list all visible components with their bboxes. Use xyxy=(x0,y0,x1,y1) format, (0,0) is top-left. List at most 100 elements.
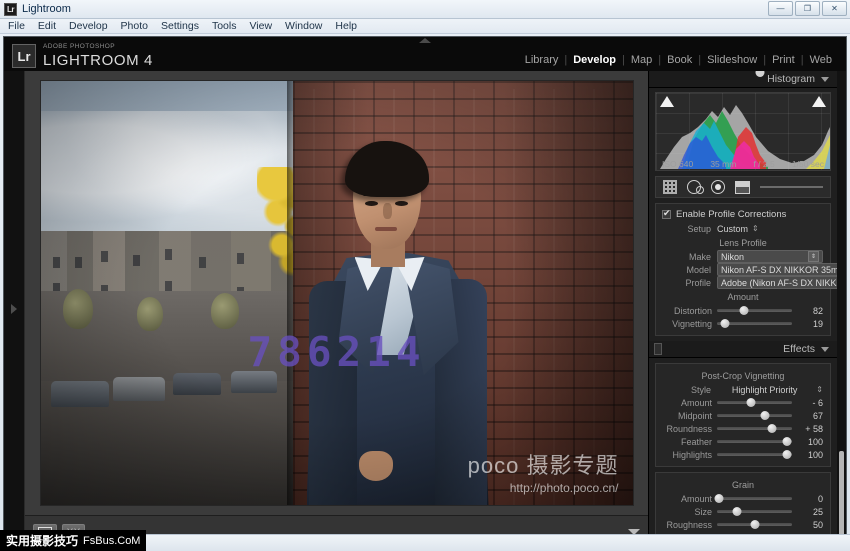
menu-photo[interactable]: Photo xyxy=(121,20,148,32)
enable-profile-corrections-row[interactable]: Enable Profile Corrections xyxy=(656,208,830,222)
model-row: Model Nikon AF-S DX NIKKOR 35mm... ⇕ xyxy=(656,263,846,276)
grain-amount-row[interactable]: Amount 0 xyxy=(656,492,830,505)
distortion-value[interactable]: 82 xyxy=(797,306,823,316)
enable-profile-corrections-checkbox[interactable] xyxy=(662,208,671,219)
window-titlebar: Lr Lightroom — ❐ ✕ xyxy=(0,0,850,19)
style-row[interactable]: Style Highlight Priority ⇕ xyxy=(656,383,830,396)
watermark-code: 786214 xyxy=(247,328,426,376)
module-library[interactable]: Library xyxy=(519,54,565,66)
menu-view[interactable]: View xyxy=(249,20,272,32)
pcv-feather-row[interactable]: Feather 100 xyxy=(656,435,830,448)
adjustment-brush-slider[interactable] xyxy=(755,71,823,188)
menu-file[interactable]: File xyxy=(8,20,25,32)
grain-roughness-row[interactable]: Roughness 50 xyxy=(656,518,830,531)
right-panel-scrollbar[interactable] xyxy=(837,71,846,547)
grain-size-track[interactable] xyxy=(717,506,792,516)
module-web[interactable]: Web xyxy=(804,54,838,66)
grain-size-value[interactable]: 25 xyxy=(797,507,823,517)
grain-size-row[interactable]: Size 25 xyxy=(656,505,830,518)
menubar: File Edit Develop Photo Settings Tools V… xyxy=(0,19,850,34)
subject-eye-left xyxy=(364,201,378,206)
setup-stepper-icon[interactable]: ⇕ xyxy=(752,224,759,233)
identity-plate[interactable]: Lr ADOBE PHOTOSHOP LIGHTROOM 4 xyxy=(12,44,153,68)
profile-dropdown[interactable]: Adobe (Nikon AF-S DX NIKKO... ⇕ xyxy=(717,276,846,289)
pcv-highlights-track[interactable] xyxy=(717,449,792,459)
pcv-feather-track[interactable] xyxy=(717,436,792,446)
menu-window[interactable]: Window xyxy=(285,20,322,32)
pcv-midpoint-track[interactable] xyxy=(717,410,792,420)
grain-roughness-track[interactable] xyxy=(717,519,792,529)
highlight-clipping-icon[interactable] xyxy=(812,96,826,107)
module-slideshow[interactable]: Slideshow xyxy=(701,54,763,66)
pcv-roundness-label: Roundness xyxy=(666,423,712,434)
chevron-down-icon[interactable]: ⇕ xyxy=(808,251,819,262)
pcv-amount-row[interactable]: Amount - 6 xyxy=(656,396,830,409)
vignetting-slider-row[interactable]: Vignetting 19 xyxy=(656,317,830,330)
red-eye-icon[interactable] xyxy=(711,180,725,194)
make-dropdown[interactable]: Nikon ⇕ xyxy=(717,250,823,263)
profile-row: Profile Adobe (Nikon AF-S DX NIKKO... ⇕ xyxy=(656,276,846,289)
menu-develop[interactable]: Develop xyxy=(69,20,108,32)
lightroom-badge: Lr xyxy=(12,44,36,68)
setup-value[interactable]: Custom xyxy=(717,224,748,234)
module-print[interactable]: Print xyxy=(766,54,801,66)
minimize-button[interactable]: — xyxy=(768,1,793,16)
grain-amount-track[interactable] xyxy=(714,493,792,503)
menu-edit[interactable]: Edit xyxy=(38,20,56,32)
histogram-panel-header[interactable]: Histogram xyxy=(649,71,837,88)
spot-removal-icon[interactable] xyxy=(687,180,704,194)
left-panel-collapsed[interactable] xyxy=(4,71,25,547)
pcv-roundness-track[interactable] xyxy=(717,423,792,433)
model-label: Model xyxy=(686,264,711,275)
grain-amount-label: Amount xyxy=(680,493,712,504)
vignetting-label: Vignetting xyxy=(672,318,712,329)
distortion-slider-row[interactable]: Distortion 82 xyxy=(656,304,830,317)
crop-overlay-icon[interactable] xyxy=(663,180,677,194)
pcv-highlights-value[interactable]: 100 xyxy=(797,450,823,460)
chevron-down-icon[interactable] xyxy=(821,76,829,82)
grain-heading: Grain xyxy=(731,480,754,490)
pcv-feather-label: Feather xyxy=(680,436,712,447)
module-develop[interactable]: Develop xyxy=(567,54,622,66)
style-stepper-icon[interactable]: ⇕ xyxy=(816,385,823,394)
pcv-midpoint-row[interactable]: Midpoint 67 xyxy=(656,409,830,422)
graduated-filter-icon[interactable] xyxy=(735,180,750,194)
vignetting-value[interactable]: 19 xyxy=(797,319,823,329)
vignetting-track[interactable] xyxy=(717,318,792,328)
chevron-down-icon[interactable] xyxy=(821,346,829,352)
enable-profile-corrections-label: Enable Profile Corrections xyxy=(676,209,787,220)
distortion-label: Distortion xyxy=(673,305,712,316)
pcv-midpoint-value[interactable]: 67 xyxy=(797,411,823,421)
grain-roughness-value[interactable]: 50 xyxy=(797,520,823,530)
setup-row[interactable]: Setup Custom ⇕ xyxy=(656,222,830,235)
photo-preview[interactable]: 786214 poco 摄影专题 http://photo.poco.cn/ xyxy=(40,81,633,505)
identity-title: LIGHTROOM 4 xyxy=(43,51,153,69)
top-panel-collapse-icon[interactable] xyxy=(419,38,431,43)
pcv-highlights-row[interactable]: Highlights 100 xyxy=(656,448,830,461)
histogram-graph[interactable]: ISO 640 35 mm f / 2.5 1/50 sec xyxy=(655,92,831,171)
menu-settings[interactable]: Settings xyxy=(161,20,199,32)
module-map[interactable]: Map xyxy=(625,54,658,66)
shadow-clipping-icon[interactable] xyxy=(660,96,674,107)
pcv-amount-value[interactable]: - 6 xyxy=(797,398,823,408)
model-dropdown[interactable]: Nikon AF-S DX NIKKOR 35mm... ⇕ xyxy=(717,263,846,276)
left-panel-expand-icon[interactable] xyxy=(11,304,17,314)
photo-tree xyxy=(62,289,93,329)
style-value[interactable]: Highlight Priority xyxy=(717,385,812,395)
grain-amount-value[interactable]: 0 xyxy=(797,494,823,504)
pcv-amount-track[interactable] xyxy=(717,397,792,407)
scrollbar-thumb[interactable] xyxy=(839,451,844,543)
maximize-button[interactable]: ❐ xyxy=(795,1,820,16)
distortion-track[interactable] xyxy=(717,305,792,315)
pcv-feather-value[interactable]: 100 xyxy=(797,437,823,447)
effects-panel-switch[interactable] xyxy=(654,343,662,355)
photo-car xyxy=(112,377,165,401)
pcv-roundness-row[interactable]: Roundness + 58 xyxy=(656,422,830,435)
close-button[interactable]: ✕ xyxy=(822,1,847,16)
menu-help[interactable]: Help xyxy=(335,20,357,32)
menu-tools[interactable]: Tools xyxy=(212,20,237,32)
photo-stage[interactable]: 786214 poco 摄影专题 http://photo.poco.cn/ xyxy=(25,71,648,515)
pcv-roundness-value[interactable]: + 58 xyxy=(797,424,823,434)
module-book[interactable]: Book xyxy=(661,54,698,66)
effects-panel-header[interactable]: Effects xyxy=(649,341,837,358)
